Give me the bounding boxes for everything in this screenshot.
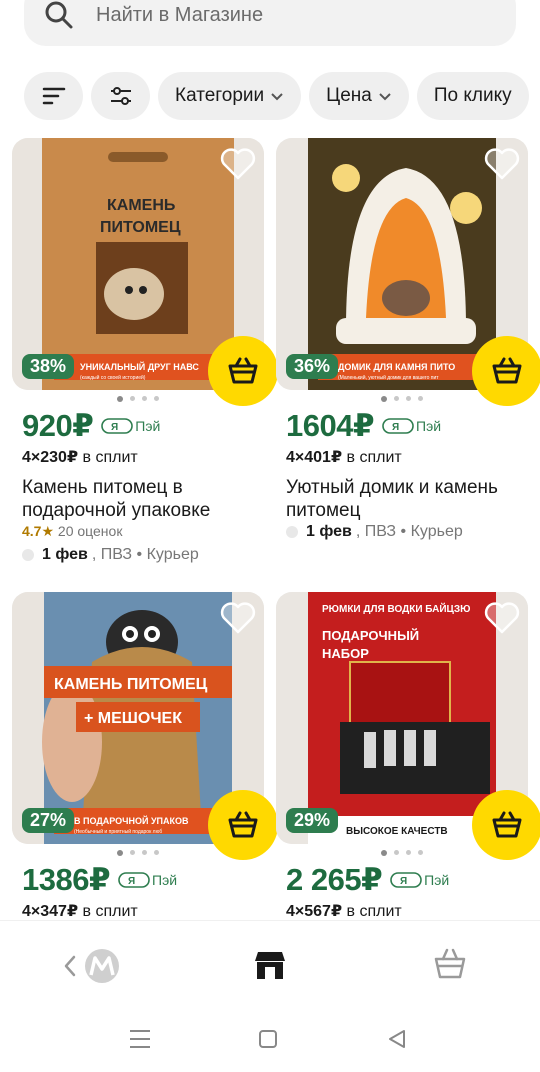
filter-settings-icon: [110, 87, 131, 105]
svg-text:(каждый со своей историей): (каждый со своей историей): [80, 374, 146, 381]
filters-button[interactable]: [91, 72, 150, 120]
heart-icon[interactable]: [218, 144, 258, 184]
bottom-navigation: [0, 920, 540, 1008]
discount-badge: 38%: [22, 354, 75, 379]
split-info: 4×230₽ в сплит: [22, 449, 138, 466]
svg-text:НАБОР: НАБОР: [322, 646, 369, 661]
svg-text:Я: Я: [128, 876, 135, 887]
split-info: 4×401₽ в сплит: [286, 449, 402, 466]
search-icon: [45, 1, 73, 29]
menu-lines-icon[interactable]: [128, 1028, 152, 1050]
split-info: 4×347₽ в сплит: [22, 903, 138, 920]
chevron-down-icon: [271, 93, 283, 101]
ya-pay-icon: Я: [382, 418, 414, 434]
ya-pay-icon: Я: [118, 872, 150, 888]
basket-icon: [492, 811, 522, 838]
pay-badge: Я Пэй: [390, 871, 449, 889]
svg-text:Я: Я: [392, 422, 399, 433]
discount-badge: 36%: [286, 354, 339, 379]
product-price: 2 265₽: [286, 862, 383, 897]
product-price: 1604₽: [286, 408, 375, 443]
ya-pay-icon: Я: [101, 418, 134, 434]
back-chevron-icon: [64, 955, 76, 977]
svg-text:ДОМИК ДЛЯ КАМНЯ ПИТО: ДОМИК ДЛЯ КАМНЯ ПИТО: [338, 362, 455, 372]
cart-outline-icon: [434, 948, 466, 979]
cart-tab[interactable]: [432, 947, 468, 986]
svg-text:УНИКАЛЬНЫЙ ДРУГ НАВС: УНИКАЛЬНЫЙ ДРУГ НАВС: [80, 361, 199, 372]
delivery-info: 1 фев, ПВЗ • Курьер: [286, 523, 463, 541]
image-pagination: [12, 395, 264, 402]
categories-filter[interactable]: Категории: [158, 72, 302, 120]
svg-text:(Необычный и приятный подарок: (Необычный и приятный подарок люб: [74, 828, 162, 835]
basket-icon: [492, 357, 522, 384]
filter-bar: Категории Цена По клику: [24, 72, 529, 120]
price-filter[interactable]: Цена: [309, 72, 409, 120]
delivery-info: 1 фев, ПВЗ • Курьер: [22, 546, 199, 564]
product-title[interactable]: Камень питомец в подарочной упаковке: [22, 476, 258, 522]
svg-text:Я: Я: [400, 876, 407, 887]
market-logo-icon: [85, 949, 119, 983]
store-icon: [255, 952, 285, 979]
split-info: 4×567₽ в сплит: [286, 903, 402, 920]
svg-text:В ПОДАРОЧНОЙ УПАКОВ: В ПОДАРОЧНОЙ УПАКОВ: [74, 815, 189, 826]
discount-badge: 27%: [22, 808, 75, 833]
heart-icon[interactable]: [482, 144, 522, 184]
chevron-down-icon: [379, 93, 391, 101]
heart-icon[interactable]: [482, 598, 522, 638]
svg-text:ПОДАРОЧНЫЙ: ПОДАРОЧНЫЙ: [322, 628, 419, 643]
product-price: 1386₽: [22, 862, 111, 897]
svg-text:КАМЕНЬ ПИТОМЕЦ: КАМЕНЬ ПИТОМЕЦ: [54, 676, 208, 693]
home-square-icon[interactable]: [258, 1029, 278, 1049]
svg-text:ПИТОМЕЦ: ПИТОМЕЦ: [100, 219, 181, 236]
image-pagination: [12, 849, 264, 856]
svg-text:+ МЕШОЧЕК: + МЕШОЧЕК: [84, 710, 182, 727]
product-title[interactable]: Уютный домик и камень питомец: [286, 476, 522, 522]
svg-text:Я: Я: [111, 422, 118, 433]
search-input[interactable]: Найти в Магазине: [96, 4, 263, 27]
one-click-filter[interactable]: По клику: [416, 72, 529, 120]
svg-text:(Маленький, уютный домик для в: (Маленький, уютный домик для вашего пит: [338, 374, 439, 381]
svg-text:ВЫСОКОЕ КАЧЕСТВ: ВЫСОКОЕ КАЧЕСТВ: [346, 826, 448, 837]
ya-pay-icon: Я: [390, 872, 422, 888]
heart-icon[interactable]: [218, 598, 258, 638]
basket-icon: [228, 811, 258, 838]
sort-button[interactable]: [24, 72, 83, 120]
back-triangle-icon[interactable]: [386, 1028, 408, 1050]
image-pagination: [276, 849, 528, 856]
pay-badge: Я Пэй: [101, 417, 160, 435]
sort-icon: [42, 87, 65, 105]
product-price: 920₽: [22, 408, 94, 443]
pay-badge: Я Пэй: [118, 871, 177, 889]
market-home-button[interactable]: [62, 947, 124, 992]
search-bar[interactable]: Найти в Магазине: [24, 0, 516, 46]
discount-badge: 29%: [286, 808, 339, 833]
store-tab[interactable]: [252, 949, 288, 986]
svg-text:КАМЕНЬ: КАМЕНЬ: [107, 197, 175, 214]
image-pagination: [276, 395, 528, 402]
product-rating: 4.7★ 20 оценок: [22, 523, 123, 539]
svg-text:РЮМКИ ДЛЯ ВОДКИ БАЙЦЗЮ: РЮМКИ ДЛЯ ВОДКИ БАЙЦЗЮ: [322, 602, 470, 615]
basket-icon: [228, 357, 258, 384]
system-navigation-bar: [0, 1008, 540, 1072]
pay-badge: Я Пэй: [382, 417, 441, 435]
